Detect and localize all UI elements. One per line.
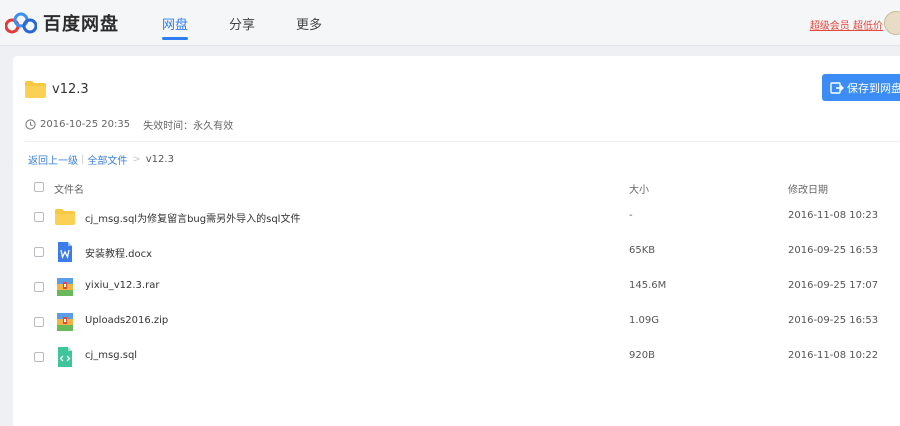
table-row[interactable]: cj_msg.sql 920B 2016-11-08 10:22 xyxy=(13,340,900,375)
select-all-checkbox[interactable] xyxy=(34,182,44,192)
table-row[interactable]: cj_msg.sql为修复留言bug需另外导入的sql文件 - 2016-11-… xyxy=(13,200,900,235)
cloud-logo-icon xyxy=(5,12,37,34)
share-header: v12.3 xyxy=(25,81,89,98)
brand-name: 百度网盘 xyxy=(43,14,119,35)
file-date: 2016-09-25 16:53 xyxy=(788,245,879,256)
share-panel: v12.3 保存到网盘 2016-10-25 20:35 失效时间：永久有效 返… xyxy=(13,56,900,426)
file-name[interactable]: 安装教程.docx xyxy=(85,245,152,260)
file-size: 145.6M xyxy=(629,280,667,291)
active-tab-indicator xyxy=(162,37,188,40)
file-date: 2016-11-08 10:23 xyxy=(788,210,879,221)
file-name[interactable]: cj_msg.sql xyxy=(85,350,137,361)
clock-icon xyxy=(25,119,36,130)
avatar[interactable] xyxy=(884,11,900,35)
file-size: - xyxy=(629,210,633,221)
save-icon xyxy=(830,81,844,94)
tab-netdisk[interactable]: 网盘 xyxy=(162,14,188,33)
vip-promo-link[interactable]: 超级会员 超低价 xyxy=(810,17,883,32)
column-header-date[interactable]: 修改日期 xyxy=(788,181,828,196)
breadcrumb-back-link[interactable]: 返回上一级 xyxy=(28,152,78,167)
file-date: 2016-09-25 16:53 xyxy=(788,315,879,326)
archive-icon xyxy=(57,278,73,296)
row-checkbox[interactable] xyxy=(34,317,44,327)
table-row[interactable]: Uploads2016.zip 1.09G 2016-09-25 16:53 xyxy=(13,305,900,340)
breadcrumb-arrow: > xyxy=(132,154,141,165)
file-date: 2016-09-25 17:07 xyxy=(788,280,879,291)
share-meta: 2016-10-25 20:35 失效时间：永久有效 xyxy=(25,117,233,132)
breadcrumb: 返回上一级 | 全部文件 > v12.3 xyxy=(28,152,174,167)
row-checkbox[interactable] xyxy=(34,247,44,257)
top-bar: 百度网盘 网盘 分享 更多 超级会员 超低价 xyxy=(0,0,900,46)
table-row[interactable]: yixiu_v12.3.rar 145.6M 2016-09-25 17:07 xyxy=(13,270,900,305)
archive-icon xyxy=(57,313,73,331)
breadcrumb-root-link[interactable]: 全部文件 xyxy=(87,152,127,167)
row-checkbox[interactable] xyxy=(34,352,44,362)
file-date: 2016-11-08 10:22 xyxy=(788,350,879,361)
file-name[interactable]: Uploads2016.zip xyxy=(85,315,168,326)
breadcrumb-current: v12.3 xyxy=(145,154,174,165)
save-to-disk-label: 保存到网盘 xyxy=(847,81,900,95)
file-size: 920B xyxy=(629,350,655,361)
brand-logo[interactable]: 百度网盘 xyxy=(5,8,119,38)
breadcrumb-separator: | xyxy=(81,154,85,165)
share-expire-time: 失效时间：永久有效 xyxy=(143,121,234,132)
folder-icon xyxy=(55,209,75,225)
share-created-time: 2016-10-25 20:35 xyxy=(40,119,131,130)
file-size: 65KB xyxy=(629,245,656,256)
word-doc-icon xyxy=(58,242,72,262)
file-name[interactable]: yixiu_v12.3.rar xyxy=(85,280,159,291)
column-header-name[interactable]: 文件名 xyxy=(54,181,84,196)
row-checkbox[interactable] xyxy=(34,282,44,292)
file-size: 1.09G xyxy=(629,315,660,326)
folder-icon xyxy=(25,81,46,98)
code-file-icon xyxy=(58,347,72,367)
file-name[interactable]: cj_msg.sql为修复留言bug需另外导入的sql文件 xyxy=(85,210,300,225)
tab-more[interactable]: 更多 xyxy=(296,14,322,33)
row-checkbox[interactable] xyxy=(34,212,44,222)
table-row[interactable]: 安装教程.docx 65KB 2016-09-25 16:53 xyxy=(13,235,900,270)
tab-share[interactable]: 分享 xyxy=(229,14,255,33)
save-to-disk-button[interactable]: 保存到网盘 xyxy=(822,74,900,101)
share-title: v12.3 xyxy=(52,82,89,97)
column-header-size[interactable]: 大小 xyxy=(629,181,649,196)
divider xyxy=(25,141,900,142)
